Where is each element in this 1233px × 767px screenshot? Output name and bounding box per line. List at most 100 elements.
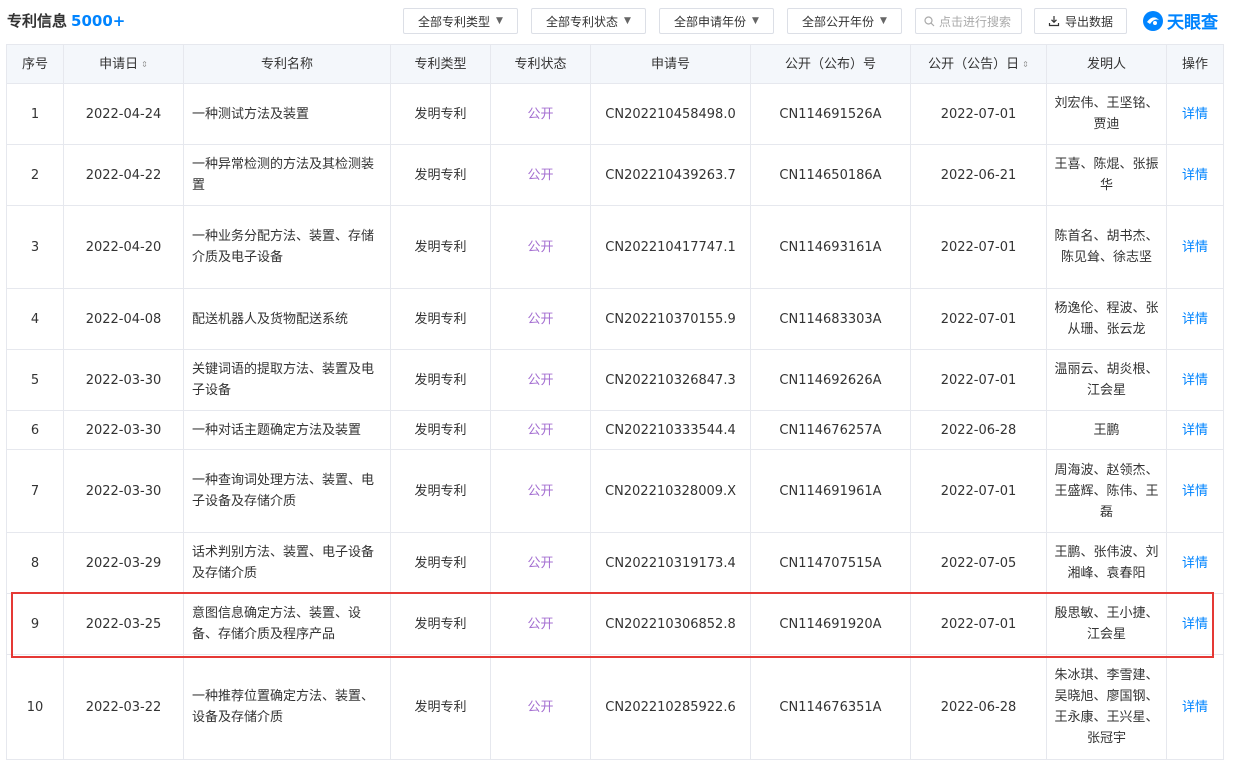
col-header-application-date[interactable]: 申请日 ⇕ (63, 44, 184, 84)
publication-number: CN114676351A (750, 654, 911, 760)
col-header-application-no: 申请号 (590, 44, 751, 84)
filter-label: 全部专利状态 (546, 14, 619, 29)
filter-application-year[interactable]: 全部申请年份 ▼ (659, 8, 774, 34)
inventors: 周海波、赵领杰、王盛辉、陈伟、王磊 (1046, 449, 1167, 533)
filter-patent-type[interactable]: 全部专利类型 ▼ (403, 8, 518, 34)
row-index: 7 (6, 449, 64, 533)
application-number: CN202210285922.6 (590, 654, 751, 760)
result-count: 5000+ (71, 12, 126, 30)
inventors: 陈首名、胡书杰、陈见耸、徐志坚 (1046, 205, 1167, 289)
publication-number: CN114693161A (750, 205, 911, 289)
filter-label: 全部申请年份 (674, 14, 747, 29)
filter-patent-status[interactable]: 全部专利状态 ▼ (531, 8, 646, 34)
download-icon (1048, 16, 1060, 27)
patent-status: 公开 (490, 532, 591, 594)
patent-type: 发明专利 (390, 205, 491, 289)
caret-down-icon: ▼ (880, 16, 887, 26)
search-input[interactable]: 点击进行搜索 (915, 8, 1022, 34)
sort-icon[interactable]: ⇕ (141, 60, 148, 69)
publication-number: CN114691526A (750, 83, 911, 145)
publication-date: 2022-07-01 (910, 205, 1047, 289)
col-header-patent-status: 专利状态 (490, 44, 591, 84)
application-date: 2022-04-08 (63, 288, 184, 350)
export-label: 导出数据 (1064, 14, 1113, 29)
table-row: 8 2022-03-29 话术判别方法、装置、电子设备及存储介质 发明专利 公开 CN20… (6, 532, 1224, 594)
publication-number: CN114676257A (750, 410, 911, 450)
brand-name: 天眼查 (1167, 13, 1218, 33)
inventors: 温丽云、胡炎根、江会星 (1046, 349, 1167, 411)
inventors: 殷思敏、王小捷、江会星 (1046, 593, 1167, 655)
inventors: 刘宏伟、王坚铭、贾迪 (1046, 83, 1167, 145)
application-number: CN202210326847.3 (590, 349, 751, 411)
publication-date: 2022-07-01 (910, 288, 1047, 350)
col-header-index: 序号 (6, 44, 64, 84)
table-header-row: 序号 申请日 ⇕ 专利名称 专利类型 专利状态 申请号 公开（公布）号 公开（公告… (6, 44, 1224, 84)
patent-name: 一种业务分配方法、装置、存储介质及电子设备 (183, 205, 391, 289)
row-index: 5 (6, 349, 64, 411)
patent-name: 一种查询词处理方法、装置、电子设备及存储介质 (183, 449, 391, 533)
row-index: 4 (6, 288, 64, 350)
patent-name: 一种测试方法及装置 (183, 83, 391, 145)
application-date: 2022-04-24 (63, 83, 184, 145)
brand-logo: 天眼查 (1142, 8, 1218, 33)
caret-down-icon: ▼ (752, 16, 759, 26)
search-icon (924, 15, 935, 26)
publication-date: 2022-06-28 (910, 654, 1047, 760)
application-date: 2022-03-29 (63, 532, 184, 594)
table-row: 1 2022-04-24 一种测试方法及装置 发明专利 公开 CN202210458498… (6, 83, 1224, 145)
export-button[interactable]: 导出数据 (1034, 8, 1127, 34)
details-link[interactable]: 详情 (1166, 205, 1224, 289)
row-index: 6 (6, 410, 64, 450)
publication-date: 2022-07-01 (910, 593, 1047, 655)
details-link[interactable]: 详情 (1166, 593, 1224, 655)
sort-icon[interactable]: ⇕ (1022, 60, 1029, 69)
patent-type: 发明专利 (390, 144, 491, 206)
publication-number: CN114691920A (750, 593, 911, 655)
patent-name: 一种推荐位置确定方法、装置、设备及存储介质 (183, 654, 391, 760)
details-link[interactable]: 详情 (1166, 532, 1224, 594)
filter-publication-year[interactable]: 全部公开年份 ▼ (787, 8, 902, 34)
application-number: CN202210439263.7 (590, 144, 751, 206)
table-row: 7 2022-03-30 一种查询词处理方法、装置、电子设备及存储介质 发明专利 公开 C… (6, 449, 1224, 533)
details-link[interactable]: 详情 (1166, 654, 1224, 760)
patent-status: 公开 (490, 449, 591, 533)
details-link[interactable]: 详情 (1166, 449, 1224, 533)
application-date: 2022-03-30 (63, 349, 184, 411)
tianyancha-logo-icon (1143, 10, 1163, 31)
details-link[interactable]: 详情 (1166, 144, 1224, 206)
patent-type: 发明专利 (390, 410, 491, 450)
patent-type: 发明专利 (390, 349, 491, 411)
col-header-patent-type: 专利类型 (390, 44, 491, 84)
patent-type: 发明专利 (390, 83, 491, 145)
application-date: 2022-03-22 (63, 654, 184, 760)
publication-number: CN114650186A (750, 144, 911, 206)
patent-type: 发明专利 (390, 449, 491, 533)
table-row: 5 2022-03-30 关键词语的提取方法、装置及电子设备 发明专利 公开 CN2022… (6, 349, 1224, 411)
application-number: CN202210328009.X (590, 449, 751, 533)
inventors: 朱冰琪、李雪建、吴晓旭、廖国钢、王永康、王兴星、张冠宇 (1046, 654, 1167, 760)
details-link[interactable]: 详情 (1166, 83, 1224, 145)
row-index: 10 (6, 654, 64, 760)
application-date: 2022-03-30 (63, 449, 184, 533)
patent-name: 关键词语的提取方法、装置及电子设备 (183, 349, 391, 411)
application-number: CN202210417747.1 (590, 205, 751, 289)
application-number: CN202210458498.0 (590, 83, 751, 145)
table-row: 4 2022-04-08 配送机器人及货物配送系统 发明专利 公开 CN202210370… (6, 288, 1224, 350)
patent-name: 一种对话主题确定方法及装置 (183, 410, 391, 450)
patent-status: 公开 (490, 654, 591, 760)
filter-label: 全部公开年份 (802, 14, 875, 29)
col-header-publication-date[interactable]: 公开（公告）日 ⇕ (910, 44, 1047, 84)
col-header-actions: 操作 (1166, 44, 1224, 84)
application-number: CN202210333544.4 (590, 410, 751, 450)
publication-number: CN114683303A (750, 288, 911, 350)
details-link[interactable]: 详情 (1166, 349, 1224, 411)
application-number: CN202210306852.8 (590, 593, 751, 655)
patent-table: 序号 申请日 ⇕ 专利名称 专利类型 专利状态 申请号 公开（公布）号 公开（公告… (6, 44, 1224, 760)
details-link[interactable]: 详情 (1166, 288, 1224, 350)
inventors: 王鹏、张伟波、刘湘峰、袁春阳 (1046, 532, 1167, 594)
details-link[interactable]: 详情 (1166, 410, 1224, 450)
publication-date: 2022-07-01 (910, 449, 1047, 533)
application-number: CN202210319173.4 (590, 532, 751, 594)
publication-date: 2022-06-21 (910, 144, 1047, 206)
publication-date: 2022-07-01 (910, 83, 1047, 145)
